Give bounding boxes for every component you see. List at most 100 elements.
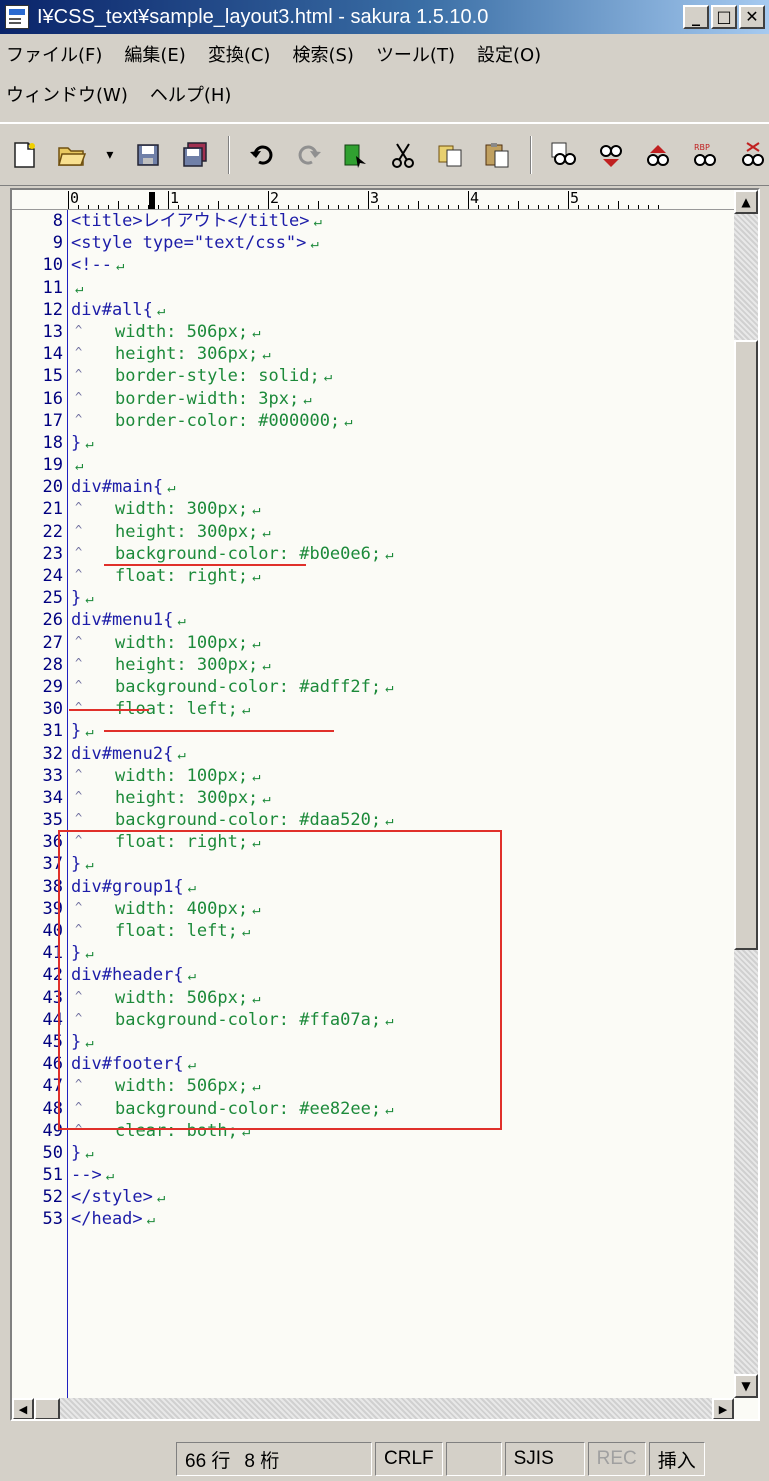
code-line[interactable]: border-style: solid;↵ xyxy=(69,363,734,387)
code-line[interactable]: height: 300px;↵ xyxy=(69,652,734,676)
line-number: 16 xyxy=(42,388,63,409)
scroll-up-button[interactable]: ▲ xyxy=(734,190,758,214)
code-line[interactable]: border-color: #000000;↵ xyxy=(69,408,734,432)
close-button[interactable]: ✕ xyxy=(739,5,765,29)
code-line[interactable]: width: 300px;↵ xyxy=(69,496,734,520)
ruler-tick xyxy=(348,205,349,209)
code-text: width: 100px; xyxy=(115,765,249,786)
menu-item[interactable]: ヘルプ(H) xyxy=(150,81,232,107)
save-icon[interactable] xyxy=(132,138,165,172)
title-bar[interactable]: I¥CSS_text¥sample_layout3.html - sakura … xyxy=(0,0,769,34)
status-bar: 66 行 8 桁 CRLF SJIS REC 挿入 xyxy=(0,1437,769,1481)
code-line[interactable]: background-color: #adff2f;↵ xyxy=(69,674,734,698)
code-line[interactable]: </style> ↵ xyxy=(69,1186,734,1208)
code-line[interactable]: height: 300px;↵ xyxy=(69,519,734,543)
vertical-scrollbar[interactable]: ▲ ▼ xyxy=(734,190,758,1398)
ruler-tick xyxy=(268,191,269,209)
new-file-icon[interactable] xyxy=(8,138,41,172)
horizontal-scrollbar[interactable]: ◀ ▶ xyxy=(12,1398,734,1419)
redo-icon[interactable] xyxy=(293,138,326,172)
code-line[interactable]: div#menu1{↵ xyxy=(69,609,734,631)
menu-item[interactable]: 検索(S) xyxy=(292,41,353,67)
code-line[interactable]: } ↵ xyxy=(69,587,734,609)
open-folder-icon[interactable] xyxy=(55,138,88,172)
compare-icon[interactable] xyxy=(548,138,581,172)
undo-icon[interactable] xyxy=(246,138,279,172)
ruler-tick xyxy=(358,205,359,209)
menu-item[interactable]: ウィンドウ(W) xyxy=(6,81,128,107)
code-line[interactable]: height: 306px;↵ xyxy=(69,341,734,365)
menu-item[interactable]: 設定(O) xyxy=(477,41,541,67)
code-line[interactable]: div#menu2{↵ xyxy=(69,743,734,765)
green-arrow-icon[interactable] xyxy=(340,138,373,172)
code-text: </head> xyxy=(71,1209,143,1230)
code-line[interactable]: <style type="text/css"> ↵ xyxy=(69,232,734,254)
code-line[interactable]: } ↵ xyxy=(69,432,734,454)
scroll-left-button[interactable]: ◀ xyxy=(12,1398,34,1419)
menu-item[interactable]: ツール(T) xyxy=(376,41,455,67)
code-line[interactable]: float: left;↵ xyxy=(69,696,734,720)
code-text: height: 300px; xyxy=(115,787,259,808)
newline-mark: ↵ xyxy=(385,813,394,830)
newline-mark: ↵ xyxy=(310,236,319,253)
code-line[interactable]: ↵ xyxy=(69,277,734,299)
code-line[interactable]: background-color: #daa520;↵ xyxy=(69,807,734,831)
search-up-icon[interactable] xyxy=(642,138,675,172)
code-line[interactable]: float: right;↵ xyxy=(69,563,734,587)
ruler-tick xyxy=(378,205,379,209)
code-line[interactable]: background-color: #b0e0e6;↵ xyxy=(69,541,734,565)
dropdown-arrow-icon[interactable]: ▾ xyxy=(102,138,118,172)
copy-icon[interactable] xyxy=(434,138,467,172)
code-line[interactable]: div#main{↵ xyxy=(69,476,734,498)
maximize-button[interactable]: □ xyxy=(711,5,737,29)
search-icon[interactable] xyxy=(595,138,628,172)
ruler-tick xyxy=(128,205,129,209)
ruler-tick xyxy=(398,205,399,209)
code-line[interactable]: </head> ↵ xyxy=(69,1208,734,1230)
ruler-tick xyxy=(98,205,99,209)
code-line[interactable]: --> ↵ xyxy=(69,1164,734,1186)
line-number: 19 xyxy=(42,455,63,476)
code-line[interactable]: ↵ xyxy=(69,454,734,476)
ruler-tick xyxy=(548,205,549,209)
status-cursor-position: 66 行 8 桁 xyxy=(176,1442,372,1476)
red-underline-annotation xyxy=(104,564,306,566)
cut-icon[interactable] xyxy=(387,138,420,172)
line-number: 11 xyxy=(42,277,63,298)
replace-icon[interactable] xyxy=(736,138,769,172)
code-line[interactable]: height: 300px;↵ xyxy=(69,785,734,809)
minimize-button[interactable]: _ xyxy=(683,5,709,29)
save-all-icon[interactable] xyxy=(179,138,212,172)
line-number: 51 xyxy=(42,1165,63,1186)
search-next-icon[interactable]: RBP xyxy=(689,138,722,172)
code-line[interactable]: width: 100px;↵ xyxy=(69,763,734,787)
code-text: border-color: #000000; xyxy=(115,410,341,431)
menu-item[interactable]: 編集(E) xyxy=(124,41,185,67)
code-line[interactable]: border-width: 3px;↵ xyxy=(69,385,734,410)
scroll-right-button[interactable]: ▶ xyxy=(712,1398,734,1419)
code-line[interactable]: <!-- ↵ xyxy=(69,254,734,276)
newline-mark: ↵ xyxy=(252,502,261,519)
code-line[interactable]: width: 100px;↵ xyxy=(69,630,734,654)
code-area[interactable]: <title>レイアウト</title> ↵ <style type="text/c… xyxy=(69,210,734,1400)
paste-icon[interactable] xyxy=(481,138,514,172)
editor-pane[interactable]: 012345 8 9 10 11 12 13 14 15 16 17 18 19 20 21 22 23 24 2… xyxy=(10,188,760,1421)
code-text: div#all{ xyxy=(71,299,153,320)
code-line[interactable]: width: 506px;↵ xyxy=(69,319,734,343)
menu-item[interactable]: 変換(C) xyxy=(208,41,271,67)
line-number: 22 xyxy=(42,521,63,542)
scrollbar-thumb[interactable] xyxy=(734,340,758,950)
menu-row: ウィンドウ(W) ヘルプ(H) xyxy=(0,74,769,114)
code-text: height: 300px; xyxy=(115,521,259,542)
horizontal-scrollbar-thumb[interactable] xyxy=(34,1398,60,1419)
code-line[interactable]: <title>レイアウト</title> ↵ xyxy=(69,210,734,232)
app-icon xyxy=(5,5,29,29)
menu-row: ファイル(F) 編集(E) 変換(C) 検索(S) ツール(T) 設定(O) xyxy=(0,34,769,74)
line-number-gutter[interactable]: 8 9 10 11 12 13 14 15 16 17 18 19 20 21 22 23 24 25 26 27 28… xyxy=(12,210,68,1400)
code-line[interactable]: div#all{↵ xyxy=(69,299,734,321)
ruler-tick xyxy=(558,205,559,209)
scroll-down-button[interactable]: ▼ xyxy=(734,1374,758,1398)
code-line[interactable]: } ↵ xyxy=(69,1142,734,1164)
menu-item[interactable]: ファイル(F) xyxy=(6,41,102,67)
